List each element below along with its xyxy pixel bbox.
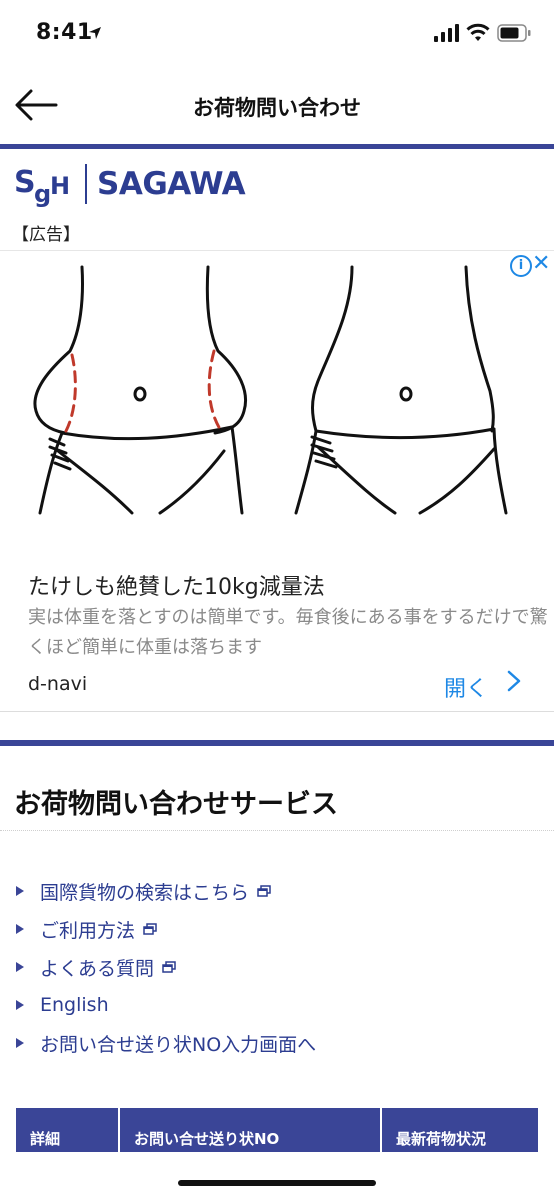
wifi-icon [466, 23, 490, 41]
location-arrow-icon [89, 27, 101, 39]
svg-text:H: H [50, 172, 70, 200]
section-title: お荷物問い合わせサービス [14, 789, 338, 820]
ad-close-icon[interactable]: ✕ [532, 251, 550, 276]
svg-text:g: g [34, 180, 51, 208]
sgh-logo-mark: S g H [14, 165, 70, 208]
brand-name: SAGAWA [97, 166, 246, 202]
link-label[interactable]: English [40, 994, 109, 1016]
link-label[interactable]: 国際貨物の検索はこちら [40, 878, 249, 905]
header-divider [0, 144, 554, 149]
bullet-triangle-icon [16, 1000, 24, 1010]
link-international-search[interactable]: 国際貨物の検索はこちら [16, 876, 271, 906]
ad-label: 【広告】 [12, 225, 80, 245]
logo-divider [85, 164, 87, 204]
column-header-status: 最新荷物状況 [396, 1130, 487, 1148]
cellular-signal-icon [434, 24, 459, 42]
ad-open-button[interactable]: 開く [444, 671, 488, 703]
ad-illustration[interactable] [0, 251, 554, 526]
external-window-icon [162, 961, 176, 973]
bullet-triangle-icon [16, 1038, 24, 1048]
battery-icon [497, 24, 531, 42]
column-header-tracking-no: お問い合せ送り状NO [120, 1108, 382, 1152]
link-label[interactable]: ご利用方法 [40, 916, 135, 943]
link-label[interactable]: よくある質問 [40, 954, 154, 981]
bullet-triangle-icon [16, 962, 24, 972]
navigation-bar: お荷物問い合わせ [0, 68, 554, 144]
link-english[interactable]: English [16, 990, 109, 1020]
status-time: 8:41 [36, 20, 93, 45]
link-usage-guide[interactable]: ご利用方法 [16, 914, 157, 944]
ad-headline[interactable]: たけしも絶賛した10kg減量法 [28, 569, 325, 601]
sagawa-logo[interactable]: S g H SAGAWA [14, 162, 274, 208]
external-window-icon [143, 923, 157, 935]
bottom-area [0, 1152, 554, 1200]
ad-description: 実は体重を落とすのは簡単です。毎食後にある事をするだけで驚くほど簡単に体重は落ち… [28, 607, 548, 658]
link-label[interactable]: お問い合せ送り状NO入力画面へ [40, 1030, 316, 1057]
section-dotted-rule [0, 830, 554, 831]
tracking-table-header: 詳細 お問い合せ送り状NO 最新荷物状況 [16, 1108, 538, 1152]
link-faq[interactable]: よくある質問 [16, 952, 176, 982]
bullet-triangle-icon [16, 886, 24, 896]
section-divider [0, 740, 554, 746]
page-title: お荷物問い合わせ [193, 96, 361, 120]
back-arrow-icon[interactable] [14, 88, 58, 122]
ad-source: d-navi [28, 673, 88, 695]
external-window-icon [257, 885, 271, 897]
ad-info-icon[interactable]: i [510, 255, 532, 277]
link-tracking-input[interactable]: お問い合せ送り状NO入力画面へ [16, 1028, 316, 1058]
advertisement[interactable]: i ✕ たけしも絶賛した10kg減量法 実は体重を落とすのは簡単です。毎食後にあ… [0, 250, 554, 712]
status-bar: 8:41 [0, 0, 554, 68]
bullet-triangle-icon [16, 924, 24, 934]
home-indicator[interactable] [178, 1180, 376, 1186]
svg-text:S: S [14, 165, 36, 200]
column-header-detail: 詳細 [16, 1108, 120, 1152]
chevron-right-icon[interactable] [506, 669, 522, 693]
